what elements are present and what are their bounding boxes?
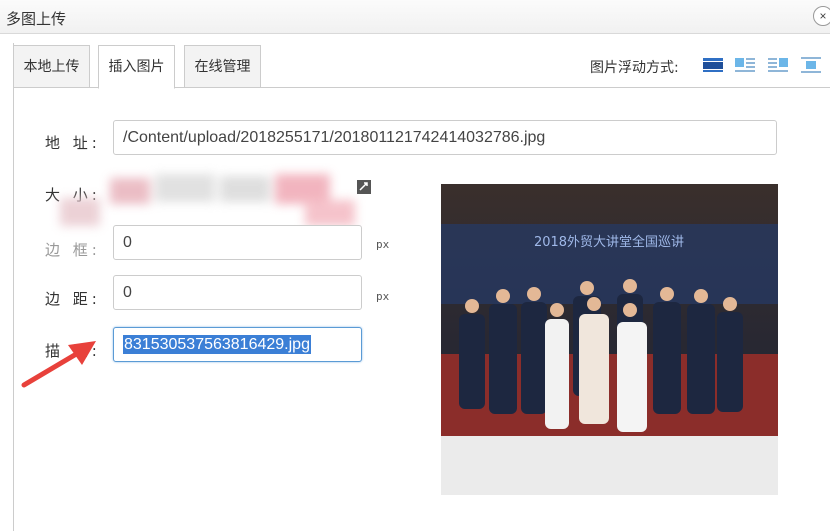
description-input[interactable]: 831530537563816429.jpg bbox=[113, 327, 362, 362]
margin-input[interactable]: 0 bbox=[113, 275, 362, 310]
border-label: 边 框: bbox=[45, 241, 101, 259]
float-mode-label: 图片浮动方式: bbox=[590, 60, 679, 76]
address-label: 地 址: bbox=[45, 134, 101, 152]
image-preview: 2018外贸大讲堂全国巡讲 bbox=[441, 184, 778, 495]
border-unit: px bbox=[376, 238, 390, 251]
margin-unit: px bbox=[376, 290, 390, 303]
close-icon: × bbox=[819, 9, 827, 23]
dialog-title: 多图上传 bbox=[6, 10, 67, 28]
red-arrow-icon bbox=[21, 341, 96, 388]
float-none-icon[interactable] bbox=[702, 56, 724, 74]
border-input[interactable]: 0 bbox=[113, 225, 362, 260]
tab-local-upload[interactable]: 本地上传 bbox=[13, 45, 90, 88]
close-button[interactable]: × bbox=[813, 6, 830, 26]
preview-photo: 2018外贸大讲堂全国巡讲 bbox=[441, 184, 778, 436]
dialog-titlebar: 多图上传 × bbox=[0, 0, 830, 34]
float-right-icon[interactable] bbox=[767, 56, 789, 74]
float-left-icon[interactable] bbox=[734, 56, 756, 74]
address-input[interactable]: /Content/upload/2018255171/2018011217424… bbox=[113, 120, 777, 155]
banner-text: 2018外贸大讲堂全国巡讲 bbox=[534, 234, 684, 250]
redacted-area bbox=[60, 170, 360, 230]
margin-label: 边 距: bbox=[45, 290, 101, 308]
float-center-icon[interactable] bbox=[800, 56, 822, 74]
tab-insert-image[interactable]: 插入图片 bbox=[98, 45, 175, 89]
tab-online-manage[interactable]: 在线管理 bbox=[184, 45, 261, 88]
